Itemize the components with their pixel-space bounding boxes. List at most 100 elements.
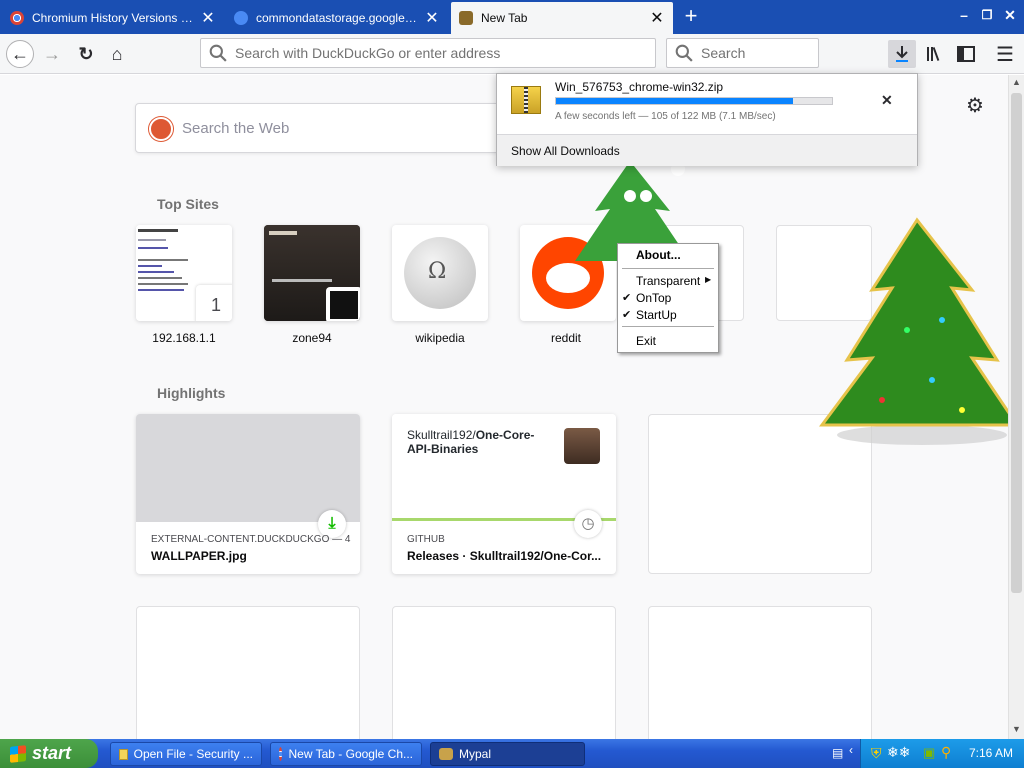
vertical-scrollbar[interactable] bbox=[1008, 75, 1024, 739]
taskbar-item-label: Open File - Security ... bbox=[133, 747, 253, 761]
menu-separator bbox=[622, 326, 714, 327]
christmas-tree-icon bbox=[819, 217, 1008, 445]
site-favicon bbox=[326, 287, 360, 321]
url-bar[interactable]: Search with DuckDuckGo or enter address bbox=[200, 38, 656, 68]
library-icon[interactable] bbox=[921, 40, 949, 68]
shield-icon[interactable]: ⛨ bbox=[871, 745, 882, 762]
network-icon[interactable]: ▣ bbox=[923, 745, 935, 761]
top-site-label: zone94 bbox=[292, 331, 332, 345]
tray-expand-icon[interactable]: ‹ bbox=[849, 743, 859, 763]
clock: 7:16 AM bbox=[969, 746, 1014, 760]
tab-label: commondatastorage.googleapis.co bbox=[256, 11, 418, 25]
menu-item-exit[interactable]: Exit bbox=[636, 334, 656, 348]
keyboard-icon[interactable]: ▤ bbox=[832, 746, 843, 760]
taskbar-item-open-file[interactable]: Open File - Security ... bbox=[110, 742, 262, 766]
cancel-download-icon[interactable]: ✕ bbox=[881, 92, 893, 109]
checkmark-icon: ✔ bbox=[622, 292, 632, 304]
home-icon[interactable]: ⌂ bbox=[103, 40, 131, 68]
reload-icon[interactable]: ↻ bbox=[72, 40, 100, 68]
tab-new-tab[interactable]: New Tab ✕ bbox=[451, 2, 673, 34]
taskbar-item-new-tab[interactable]: New Tab - Google Ch... bbox=[270, 742, 422, 766]
duckduckgo-logo-icon bbox=[149, 117, 173, 141]
zip-file-icon bbox=[511, 86, 541, 114]
avatar bbox=[564, 428, 600, 464]
menu-item-startup[interactable]: StartUp bbox=[636, 308, 677, 322]
url-bar-placeholder: Search with DuckDuckGo or enter address bbox=[235, 45, 501, 61]
highlight-title: Releases · Skulltrail192/One-Cor... bbox=[407, 549, 602, 563]
search-icon bbox=[675, 44, 693, 62]
hamburger-menu-icon[interactable]: ☰ bbox=[991, 40, 1019, 68]
empty-highlight-slot bbox=[648, 606, 872, 739]
download-progress-track bbox=[555, 97, 833, 105]
repo-owner: Skulltrail192/ bbox=[407, 428, 476, 442]
download-progress-fill bbox=[556, 98, 794, 104]
scrollbar-thumb[interactable] bbox=[1011, 93, 1022, 593]
highlight-card[interactable]: Skulltrail192/One-Core- API-Binaries ◷ GI… bbox=[392, 414, 616, 574]
tab-label: New Tab bbox=[481, 11, 528, 25]
navigation-toolbar: ← → ↻ ⌂ Search with DuckDuckGo or enter … bbox=[0, 34, 1024, 74]
highlight-title: WALLPAPER.jpg bbox=[151, 549, 247, 563]
back-arrow-icon[interactable]: ← bbox=[6, 40, 34, 68]
menu-separator bbox=[622, 268, 714, 269]
highlight-thumbnail bbox=[136, 414, 360, 522]
menu-item-transparent[interactable]: Transparent bbox=[636, 274, 700, 288]
highlight-source: EXTERNAL-CONTENT.DUCKDUCKGO — 4... bbox=[151, 534, 351, 545]
top-site-tile[interactable]: 1 bbox=[136, 225, 232, 321]
submenu-arrow-icon: ▶ bbox=[705, 275, 712, 284]
downloads-panel: Win_576753_chrome-win32.zip A few second… bbox=[496, 73, 918, 166]
top-site-tile[interactable]: Ω bbox=[392, 225, 488, 321]
download-arrow-icon bbox=[896, 46, 908, 62]
restore-icon[interactable]: ❐ bbox=[977, 6, 997, 24]
close-tab-icon[interactable]: ✕ bbox=[200, 8, 216, 28]
search-icon bbox=[209, 44, 227, 62]
magnifier-icon[interactable]: ⚲ bbox=[941, 744, 951, 761]
gear-icon[interactable]: ⚙ bbox=[966, 93, 984, 118]
downloads-button[interactable] bbox=[888, 40, 916, 68]
tab-label: Chromium History Versions Downlo bbox=[32, 11, 194, 25]
taskbar-item-label: New Tab - Google Ch... bbox=[288, 747, 413, 761]
minimize-icon[interactable]: – bbox=[954, 6, 974, 24]
search-bar[interactable]: Search bbox=[666, 38, 819, 68]
wikipedia-globe-icon: Ω bbox=[404, 237, 476, 309]
start-button[interactable]: start bbox=[0, 739, 98, 768]
close-window-icon[interactable]: ✕ bbox=[1000, 6, 1020, 24]
highlight-source: GITHUB bbox=[407, 534, 445, 545]
scroll-up-icon[interactable]: ▲ bbox=[1009, 75, 1024, 90]
scroll-down-icon[interactable]: ▼ bbox=[1009, 722, 1024, 737]
folder-icon bbox=[119, 748, 128, 760]
taskbar-item-mypal[interactable]: Mypal bbox=[430, 742, 585, 766]
mypal-logo-icon bbox=[459, 11, 473, 25]
mascot-context-menu: About... Transparent ▶ ✔ OnTop ✔ StartUp… bbox=[617, 243, 719, 353]
highlight-card[interactable]: ⤓ EXTERNAL-CONTENT.DUCKDUCKGO — 4... WAL… bbox=[136, 414, 360, 574]
show-all-downloads-footer[interactable]: Show All Downloads bbox=[497, 134, 917, 166]
system-tray: ⛨ ❄❄ ▣ ⚲ 7:16 AM bbox=[860, 739, 1024, 768]
top-site-label: wikipedia bbox=[415, 331, 465, 345]
menu-item-about[interactable]: About... bbox=[636, 248, 681, 262]
tab-chromium-history[interactable]: Chromium History Versions Downlo ✕ bbox=[2, 2, 224, 34]
top-site-tile[interactable] bbox=[264, 225, 360, 321]
menu-item-ontop[interactable]: OnTop bbox=[636, 291, 671, 305]
show-all-downloads-link[interactable]: Show All Downloads bbox=[511, 144, 620, 158]
checkmark-icon: ✔ bbox=[622, 309, 632, 321]
top-sites-heading: Top Sites bbox=[157, 196, 219, 212]
clock-icon: ◷ bbox=[574, 510, 602, 538]
chrome-logo-icon bbox=[10, 11, 24, 25]
top-site-label: reddit bbox=[550, 331, 582, 345]
close-tab-icon[interactable]: ✕ bbox=[424, 8, 440, 28]
taskbar-item-label: Mypal bbox=[459, 747, 492, 761]
chrome-logo-icon bbox=[279, 747, 283, 761]
cloud-storage-icon bbox=[234, 11, 248, 25]
site-badge: 1 bbox=[196, 285, 232, 321]
download-filename: Win_576753_chrome-win32.zip bbox=[555, 80, 724, 94]
close-tab-icon[interactable]: ✕ bbox=[649, 8, 665, 28]
search-bar-placeholder: Search bbox=[701, 45, 746, 61]
tab-commondatastorage[interactable]: commondatastorage.googleapis.co ✕ bbox=[226, 2, 448, 34]
sidebar-icon[interactable] bbox=[952, 40, 980, 68]
snowflake-icon[interactable]: ❄❄ bbox=[887, 744, 910, 761]
forward-arrow-icon[interactable]: → bbox=[38, 40, 66, 68]
empty-highlight-slot bbox=[136, 606, 360, 739]
download-status: A few seconds left — 105 of 122 MB (7.1 … bbox=[555, 111, 776, 122]
tab-strip: Chromium History Versions Downlo ✕ commo… bbox=[0, 0, 1024, 34]
repo-name: One-Core- bbox=[475, 428, 535, 442]
new-tab-plus-icon[interactable]: + bbox=[680, 5, 702, 28]
